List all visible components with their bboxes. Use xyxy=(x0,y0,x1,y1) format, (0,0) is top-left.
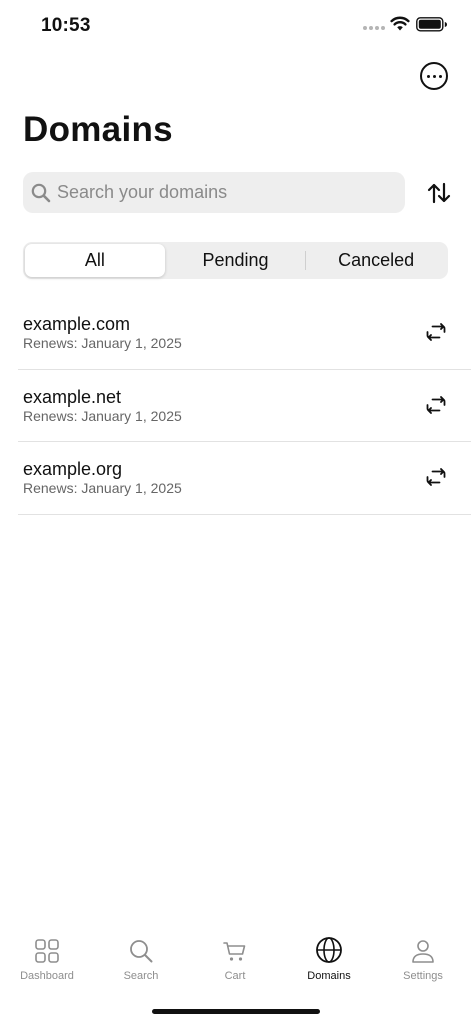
domain-name: example.org xyxy=(23,459,123,479)
search-icon xyxy=(31,183,51,202)
status-time: 10:53 xyxy=(41,15,91,36)
tab-domains[interactable]: Domains xyxy=(282,930,376,990)
domain-name: example.net xyxy=(23,386,122,407)
page-title: Domains xyxy=(23,110,173,149)
tab-label: Search xyxy=(123,970,159,982)
auto-renew-icon xyxy=(426,395,446,414)
sort-button[interactable] xyxy=(424,178,454,208)
tab-search[interactable]: Search xyxy=(94,930,188,990)
more-horizontal-icon xyxy=(426,74,430,78)
sort-arrows-icon xyxy=(427,182,451,204)
domain-name: example.com xyxy=(23,314,131,334)
domain-filter-tabs: All Pending Canceled xyxy=(23,242,448,279)
domain-row[interactable]: example.org Renews: January 1, 2025 xyxy=(18,442,471,515)
domain-row[interactable]: example.com Renews: January 1, 2025 xyxy=(18,297,471,370)
search-bar[interactable] xyxy=(23,172,405,213)
tab-all[interactable]: All xyxy=(25,244,165,277)
wifi-icon xyxy=(390,16,410,31)
search-input[interactable] xyxy=(57,182,387,203)
status-bar: 10:53 xyxy=(0,0,471,52)
tab-settings[interactable]: Settings xyxy=(376,930,470,990)
grid-icon xyxy=(35,939,59,963)
tab-label: Dashboard xyxy=(20,970,74,982)
globe-icon xyxy=(316,937,342,963)
auto-renew-icon xyxy=(426,323,446,341)
tab-label: Settings xyxy=(403,970,443,982)
domain-list: example.com Renews: January 1, 2025 exam… xyxy=(0,297,471,515)
tab-dashboard[interactable]: Dashboard xyxy=(0,930,94,990)
cart-icon xyxy=(223,942,246,961)
tab-pending[interactable]: Pending xyxy=(166,244,306,277)
person-icon xyxy=(412,940,434,963)
tab-label: Domains xyxy=(307,970,351,982)
tab-cart[interactable]: Cart xyxy=(188,930,282,990)
domain-renewal-date: Renews: January 1, 2025 xyxy=(23,335,182,351)
battery-icon xyxy=(416,17,447,32)
domain-renewal-date: Renews: January 1, 2025 xyxy=(23,407,182,424)
tab-label: Cart xyxy=(224,970,246,982)
more-options-button[interactable] xyxy=(420,62,448,90)
domain-renewal-date: Renews: January 1, 2025 xyxy=(23,480,182,496)
search-icon xyxy=(130,940,153,963)
tab-canceled[interactable]: Canceled xyxy=(306,244,446,277)
cellular-signal-icon xyxy=(363,26,385,30)
domain-row[interactable]: example.net Renews: January 1, 2025 xyxy=(18,370,471,442)
bottom-tab-bar: Dashboard Search Cart Domains Settings xyxy=(0,930,471,990)
auto-renew-icon xyxy=(426,468,446,486)
home-indicator[interactable] xyxy=(152,1009,320,1014)
